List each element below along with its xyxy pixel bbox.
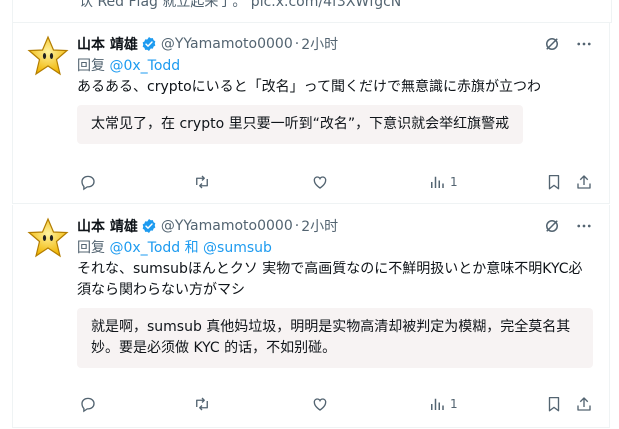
like-button[interactable] xyxy=(311,395,329,413)
reply-context: 回复 @0x_Todd 和 @sumsub xyxy=(77,238,593,258)
tweet-text: それな、sumsubほんとクソ 実物で高画質なのに不鮮明扱いとか意味不明KYC必… xyxy=(77,261,583,298)
bookmark-button[interactable] xyxy=(545,173,563,191)
share-button[interactable] xyxy=(575,395,593,413)
avatar[interactable] xyxy=(27,35,69,77)
like-icon xyxy=(313,398,327,411)
reply-to-link[interactable]: @0x_Todd 和 @sumsub xyxy=(109,240,271,256)
timestamp[interactable]: 2小时 xyxy=(301,216,338,236)
previous-tweet-fragment: 认 Red Flag 就立起来了。 pic.x.com/4f3XWfgcN xyxy=(12,0,612,23)
tweet[interactable]: 山本 靖雄 @YYamamoto0000 · 2小时 回复 @0x_Todd あ… xyxy=(12,23,610,204)
reply-icon xyxy=(81,175,95,191)
avatar[interactable] xyxy=(27,217,69,259)
verified-badge-icon xyxy=(142,37,156,51)
tweet-text: あるある、cryptoにいると「改名」って聞くだけで無意識に赤旗が立つわ xyxy=(77,79,541,95)
like-icon xyxy=(313,176,327,189)
verified-badge-icon xyxy=(142,219,156,233)
share-icon xyxy=(577,397,591,411)
reply-context: 回复 @0x_Todd xyxy=(77,56,593,76)
separator-dot: · xyxy=(294,36,300,52)
more-icon[interactable] xyxy=(575,217,593,235)
more-icon[interactable] xyxy=(575,35,593,53)
views-count: 1 xyxy=(450,175,458,189)
translation-box: 太常见了，在 crypto 里只要一听到“改名”，下意识就会举红旗警戒 xyxy=(77,105,524,144)
views-button[interactable]: 1 xyxy=(428,395,458,413)
like-button[interactable] xyxy=(311,173,329,191)
author-handle[interactable]: @YYamamoto0000 xyxy=(161,218,293,234)
tweet[interactable]: 山本 靖雄 @YYamamoto0000 · 2小时 回复 @0x_Todd 和… xyxy=(12,205,610,428)
retweet-button[interactable] xyxy=(193,395,211,413)
views-icon xyxy=(431,176,444,188)
action-bar: 1 xyxy=(77,171,595,193)
separator-dot: · xyxy=(294,218,300,234)
timestamp[interactable]: 2小时 xyxy=(301,34,338,54)
translation-box: 就是啊，sumsub 真他妈垃圾，明明是实物高清却被判定为模糊，完全莫名其妙。要… xyxy=(77,308,593,368)
bookmark-button[interactable] xyxy=(545,395,563,413)
author-handle[interactable]: @YYamamoto0000 xyxy=(161,36,293,52)
views-button[interactable]: 1 xyxy=(428,173,458,191)
bookmark-icon xyxy=(548,174,560,190)
grok-icon[interactable] xyxy=(543,217,561,235)
reply-prefix: 回复 xyxy=(77,240,105,256)
views-icon xyxy=(431,398,444,410)
author-name[interactable]: 山本 靖雄 xyxy=(77,216,138,236)
retweet-button[interactable] xyxy=(193,173,211,191)
retweet-icon xyxy=(196,397,208,411)
author-name[interactable]: 山本 靖雄 xyxy=(77,34,138,54)
bookmark-icon xyxy=(548,396,560,412)
reply-button[interactable] xyxy=(79,173,97,191)
reply-to-link[interactable]: @0x_Todd xyxy=(109,58,180,74)
share-button[interactable] xyxy=(575,173,593,191)
reply-icon xyxy=(81,397,95,413)
action-bar: 1 xyxy=(77,393,595,415)
retweet-icon xyxy=(196,175,208,189)
reply-prefix: 回复 xyxy=(77,58,105,74)
views-count: 1 xyxy=(450,397,458,411)
reply-button[interactable] xyxy=(79,395,97,413)
grok-icon[interactable] xyxy=(543,35,561,53)
previous-tweet-text: 认 Red Flag 就立起来了。 pic.x.com/4f3XWfgcN xyxy=(79,0,402,10)
share-icon xyxy=(577,175,591,189)
